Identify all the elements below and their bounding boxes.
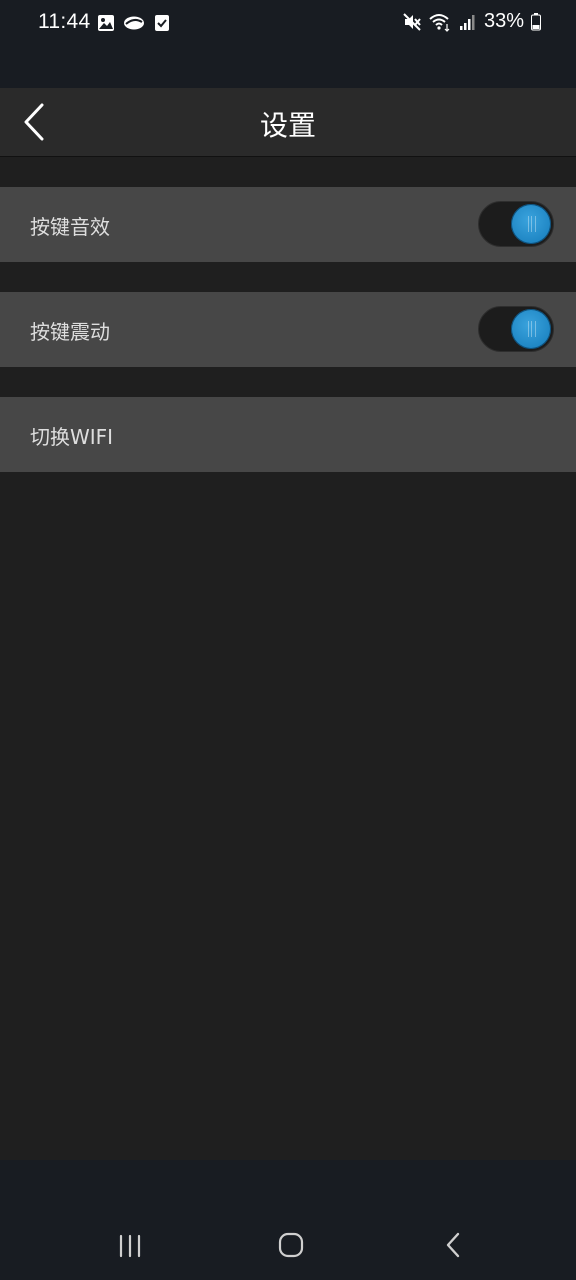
checkbox-icon	[152, 13, 172, 33]
page-title: 设置	[259, 109, 316, 142]
recent-apps-icon	[110, 1234, 150, 1272]
key-vibration-toggle[interactable]	[478, 306, 554, 352]
wifi-icon	[428, 12, 452, 32]
home-button[interactable]	[271, 1228, 311, 1268]
signal-icon	[458, 12, 478, 32]
app-header: 设置	[0, 88, 576, 157]
setting-label-key-sound: 按键音效	[30, 215, 110, 239]
cloud-icon	[122, 13, 146, 33]
setting-row-switch-wifi[interactable]: 切换WIFI	[0, 397, 576, 472]
key-sound-toggle[interactable]	[478, 201, 554, 247]
home-icon	[271, 1232, 311, 1272]
back-icon	[434, 1232, 474, 1272]
setting-row-key-sound[interactable]: 按键音效	[0, 187, 576, 262]
status-time: 11:44	[38, 10, 91, 33]
recent-apps-button[interactable]	[110, 1228, 150, 1268]
status-right-icons: 33%	[402, 10, 542, 33]
battery-percent: 33%	[483, 10, 524, 32]
setting-label-key-vibration: 按键震动	[30, 320, 110, 344]
battery-icon	[530, 12, 542, 32]
setting-row-key-vibration[interactable]: 按键震动	[0, 292, 576, 367]
toggle-knob	[511, 309, 551, 349]
system-back-button[interactable]	[434, 1228, 474, 1268]
setting-label-switch-wifi: 切换WIFI	[30, 425, 114, 449]
status-bar: 11:44 33%	[0, 0, 576, 88]
system-nav-bar	[0, 1160, 576, 1280]
status-left-icons	[96, 13, 172, 33]
toggle-knob	[511, 204, 551, 244]
mute-icon	[402, 12, 422, 32]
gallery-icon	[96, 13, 116, 33]
